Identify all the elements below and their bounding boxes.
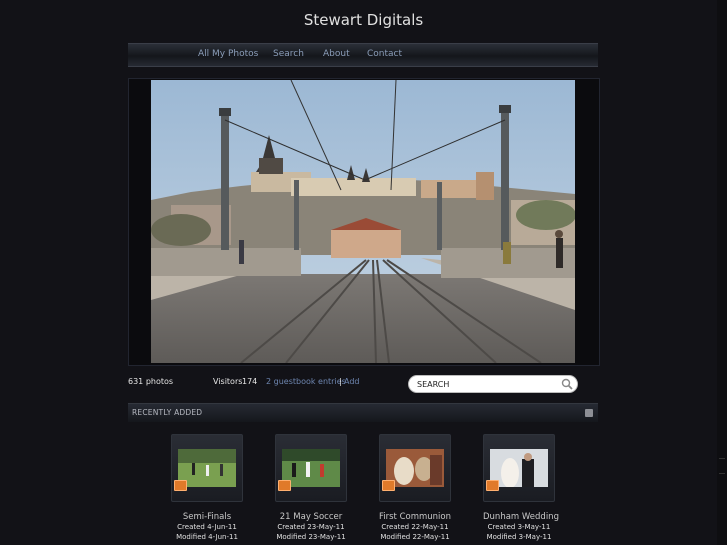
photo-count: 631 photos	[128, 377, 174, 386]
album-thumbnail-frame[interactable]	[275, 434, 347, 502]
nav-about[interactable]: About	[323, 49, 350, 59]
album-created: Created 3-May-11	[487, 523, 551, 531]
album-created: Created 23-May-11	[277, 523, 345, 531]
album-title[interactable]: Dunham Wedding	[483, 512, 559, 522]
album-title[interactable]: 21 May Soccer	[275, 512, 347, 522]
album-modified: Modified 3-May-11	[486, 533, 552, 541]
visitors-count: 174	[242, 377, 258, 386]
recently-added-title: RECENTLY ADDED	[132, 408, 203, 417]
album-created: Created 22-May-11	[381, 523, 449, 531]
album-modified: Modified 23-May-11	[276, 533, 346, 541]
album-modified: Modified 4-Jun-11	[176, 533, 238, 541]
album-title[interactable]: First Communion	[379, 512, 451, 522]
nav-contact[interactable]: Contact	[367, 49, 402, 59]
visitors-label: Visitors	[213, 377, 243, 386]
nav-bar: All My Photos Search About Contact	[128, 43, 598, 67]
album-created: Created 4-Jun-11	[177, 523, 237, 531]
album-card[interactable]: First Communion Created 22-May-11 Modifi…	[379, 434, 451, 542]
page-scrollbar[interactable]	[717, 0, 727, 545]
album-badge-icon	[382, 480, 395, 491]
album-card[interactable]: Semi-Finals Created 4-Jun-11 Modified 4-…	[171, 434, 243, 542]
album-card[interactable]: 21 May Soccer Created 23-May-11 Modified…	[275, 434, 347, 542]
featured-photo[interactable]	[151, 80, 575, 363]
nav-search[interactable]: Search	[273, 49, 304, 59]
album-thumbnail-frame[interactable]	[483, 434, 555, 502]
album-badge-icon	[278, 480, 291, 491]
magnifier-icon[interactable]	[561, 378, 573, 390]
album-badge-icon	[174, 480, 187, 491]
nav-all-my-photos[interactable]: All My Photos	[198, 49, 258, 59]
guestbook-add-link[interactable]: Add	[344, 377, 360, 386]
featured-photo-frame	[128, 78, 600, 366]
album-modified: Modified 22-May-11	[380, 533, 450, 541]
recently-added-bar: RECENTLY ADDED	[128, 403, 598, 422]
scrollbar-grip[interactable]	[719, 458, 725, 474]
album-badge-icon	[486, 480, 499, 491]
album-title[interactable]: Semi-Finals	[171, 512, 243, 522]
rss-icon[interactable]	[585, 409, 593, 417]
site-title[interactable]: Stewart Digitals	[0, 11, 727, 29]
album-card[interactable]: Dunham Wedding Created 3-May-11 Modified…	[483, 434, 559, 542]
search-box	[408, 375, 578, 393]
search-input[interactable]	[417, 378, 557, 390]
guestbook-entries-link[interactable]: 2 guestbook entries	[266, 377, 346, 386]
album-thumbnail-frame[interactable]	[379, 434, 451, 502]
stats-separator: |	[339, 377, 342, 386]
album-thumbnail-frame[interactable]	[171, 434, 243, 502]
